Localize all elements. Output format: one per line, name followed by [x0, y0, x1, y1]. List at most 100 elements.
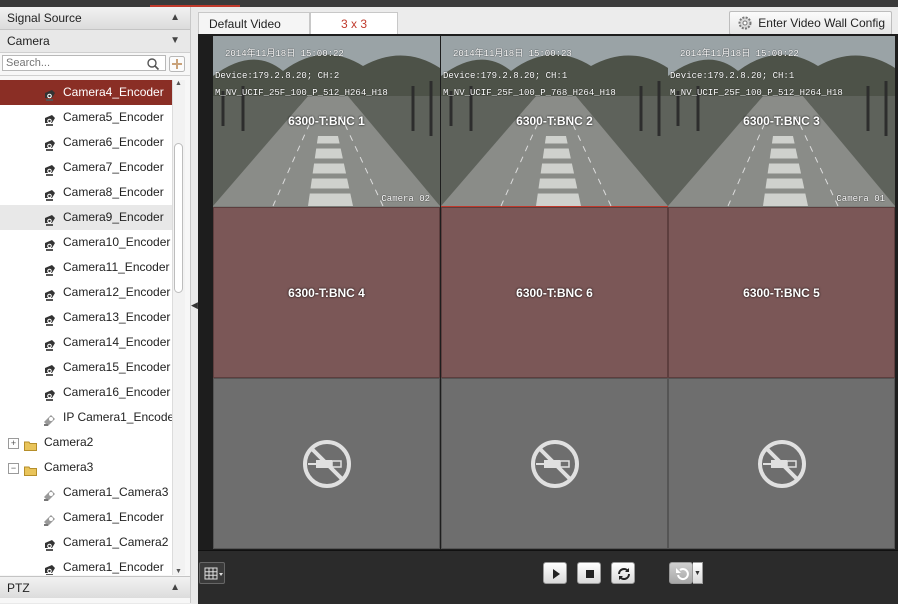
tab-3x3[interactable]: 3 x 3	[310, 12, 398, 34]
search-icon[interactable]	[146, 57, 160, 71]
undo-icon	[676, 568, 689, 581]
ptz-header[interactable]: PTZ ▲	[0, 576, 190, 598]
camera-icon	[43, 286, 56, 301]
refresh-button[interactable]	[611, 562, 635, 584]
video-cell-empty[interactable]: 6300-T:BNC 4	[213, 207, 440, 378]
enter-video-wall-config-button[interactable]: Enter Video Wall Config	[729, 11, 892, 35]
video-wall: 2014年11月18日 15:00:22 Device:179.2.8.20; C…	[198, 34, 898, 550]
tree-item-label: Camera16_Encoder	[63, 385, 171, 399]
undo-dropdown-arrow[interactable]: ▼	[693, 562, 703, 584]
layout-grid-button[interactable]	[199, 562, 225, 584]
no-signal-icon	[530, 439, 579, 488]
tree-item[interactable]: Camera16_Encoder	[0, 380, 172, 405]
layout-grid-icon	[204, 567, 223, 580]
tree-group[interactable]: + Camera2	[0, 430, 172, 455]
cell-label: 6300-T:BNC 4	[288, 286, 365, 300]
collapse-icon[interactable]: −	[8, 463, 19, 474]
tab-default-video-wall[interactable]: Default Video Wall	[198, 12, 310, 53]
tree-item[interactable]: Camera6_Encoder	[0, 130, 172, 155]
osd-camera-name: Camera 02	[381, 194, 430, 204]
play-button[interactable]	[543, 562, 567, 584]
video-cell[interactable]: 2014年11月18日 15:00:23 Device:179.2.8.20; C…	[441, 36, 668, 207]
collapse-panel-icon[interactable]: ◀	[191, 300, 198, 311]
tree-item-label: Camera12_Encoder	[63, 285, 171, 299]
ip-camera-icon	[43, 486, 56, 501]
camera-dropdown[interactable]: Camera ▼	[0, 30, 190, 53]
tree-item[interactable]: Camera1_Camera3	[0, 480, 172, 505]
camera-icon	[43, 186, 56, 201]
video-cell-no-signal[interactable]	[441, 378, 668, 549]
tree-item[interactable]: Camera1_Camera2	[0, 530, 172, 555]
camera-icon	[43, 361, 56, 376]
osd-device: Device:179.2.8.20; CH:1	[443, 71, 568, 81]
scroll-down-icon[interactable]: ▼	[175, 568, 182, 575]
tree-item-label: Camera10_Encoder	[63, 235, 171, 249]
tab-bar: Default Video Wall 3 x 3 Enter Video Wal…	[198, 10, 898, 53]
osd-stream: M_NV_UCIF_25F_100_P_768_H264_H18	[443, 88, 616, 98]
search-input[interactable]	[2, 55, 166, 71]
osd-device: Device:179.2.8.20; CH:2	[215, 71, 340, 81]
top-strip	[0, 0, 898, 7]
video-cell[interactable]: 2014年11月18日 15:00:22 Device:179.2.8.20; C…	[668, 36, 895, 207]
tree-item[interactable]: Camera15_Encoder	[0, 355, 172, 380]
search-row	[0, 53, 190, 76]
tree-item-label: Camera6_Encoder	[63, 135, 164, 149]
expand-icon[interactable]: +	[8, 438, 19, 449]
camera-icon	[43, 111, 56, 126]
camera-tree: Camera4_Encoder Camera5_Encoder Camera6_En…	[0, 80, 172, 575]
play-icon	[553, 569, 560, 579]
tree-item[interactable]: IP Camera1_Encoder	[0, 405, 172, 430]
cell-label: 6300-T:BNC 6	[516, 286, 593, 300]
no-signal-icon	[757, 439, 806, 488]
video-cell-no-signal[interactable]	[668, 378, 895, 549]
tree-item-label: Camera1_Camera3	[63, 485, 169, 499]
osd-camera-name: Camera 01	[836, 194, 885, 204]
video-cell[interactable]: 2014年11月18日 15:00:22 Device:179.2.8.20; C…	[213, 36, 440, 207]
osd-datetime: 2014年11月18日 15:00:22	[680, 49, 799, 59]
scroll-up-icon[interactable]: ▲	[175, 80, 182, 87]
config-button-label: Enter Video Wall Config	[758, 16, 885, 30]
video-cell-empty[interactable]: 6300-T:BNC 6	[441, 207, 668, 378]
tree-item-label: Camera9_Encoder	[63, 210, 164, 224]
tree-item[interactable]: Camera8_Encoder	[0, 180, 172, 205]
signal-source-label: Signal Source	[7, 11, 82, 25]
tree-item[interactable]: Camera12_Encoder	[0, 280, 172, 305]
tree-item-label: Camera2	[44, 435, 94, 449]
tree-item-label: Camera4_Encoder	[63, 85, 164, 99]
bottom-toolbar: ▼	[198, 550, 898, 604]
tree-item-label: Camera14_Encoder	[63, 335, 171, 349]
tree-item[interactable]: Camera14_Encoder	[0, 330, 172, 355]
cell-label: 6300-T:BNC 1	[288, 114, 365, 128]
stop-button[interactable]	[577, 562, 601, 584]
tree-item[interactable]: Camera7_Encoder	[0, 155, 172, 180]
osd-stream: M_NV_UCIF_25F_100_P_512_H264_H18	[215, 88, 388, 98]
tree-item[interactable]: Camera4_Encoder	[0, 80, 172, 105]
tree-item-label: Camera13_Encoder	[63, 310, 171, 324]
ip-camera-icon	[43, 411, 56, 426]
cell-label: 6300-T:BNC 2	[516, 114, 593, 128]
video-cell-no-signal[interactable]	[213, 378, 440, 549]
tree-scrollbar[interactable]: ▲ ▼	[172, 80, 185, 575]
cell-label: 6300-T:BNC 3	[743, 114, 820, 128]
video-cell-empty[interactable]: 6300-T:BNC 5	[668, 207, 895, 378]
camera-icon	[43, 561, 56, 575]
tree-item[interactable]: Camera10_Encoder	[0, 230, 172, 255]
tree-item[interactable]: Camera1_Encoder	[0, 555, 172, 575]
tree-item[interactable]: Camera5_Encoder	[0, 105, 172, 130]
tree-item-label: Camera5_Encoder	[63, 110, 164, 124]
camera-icon	[43, 136, 56, 151]
tree-item-label: Camera1_Camera2	[63, 535, 169, 549]
undo-button[interactable]	[669, 562, 693, 584]
tree-item[interactable]: Camera1_Encoder	[0, 505, 172, 530]
add-filter-icon[interactable]	[169, 56, 185, 72]
stop-icon	[586, 570, 594, 578]
scroll-thumb[interactable]	[174, 143, 183, 293]
signal-source-header[interactable]: Signal Source ▲	[0, 7, 190, 30]
tree-group[interactable]: − Camera3	[0, 455, 172, 480]
camera-icon	[43, 336, 56, 351]
tree-item[interactable]: Camera9_Encoder	[0, 205, 172, 230]
tree-item[interactable]: Camera13_Encoder	[0, 305, 172, 330]
tree-item[interactable]: Camera11_Encoder	[0, 255, 172, 280]
camera-dropdown-label: Camera	[7, 34, 50, 48]
camera-icon	[43, 261, 56, 276]
